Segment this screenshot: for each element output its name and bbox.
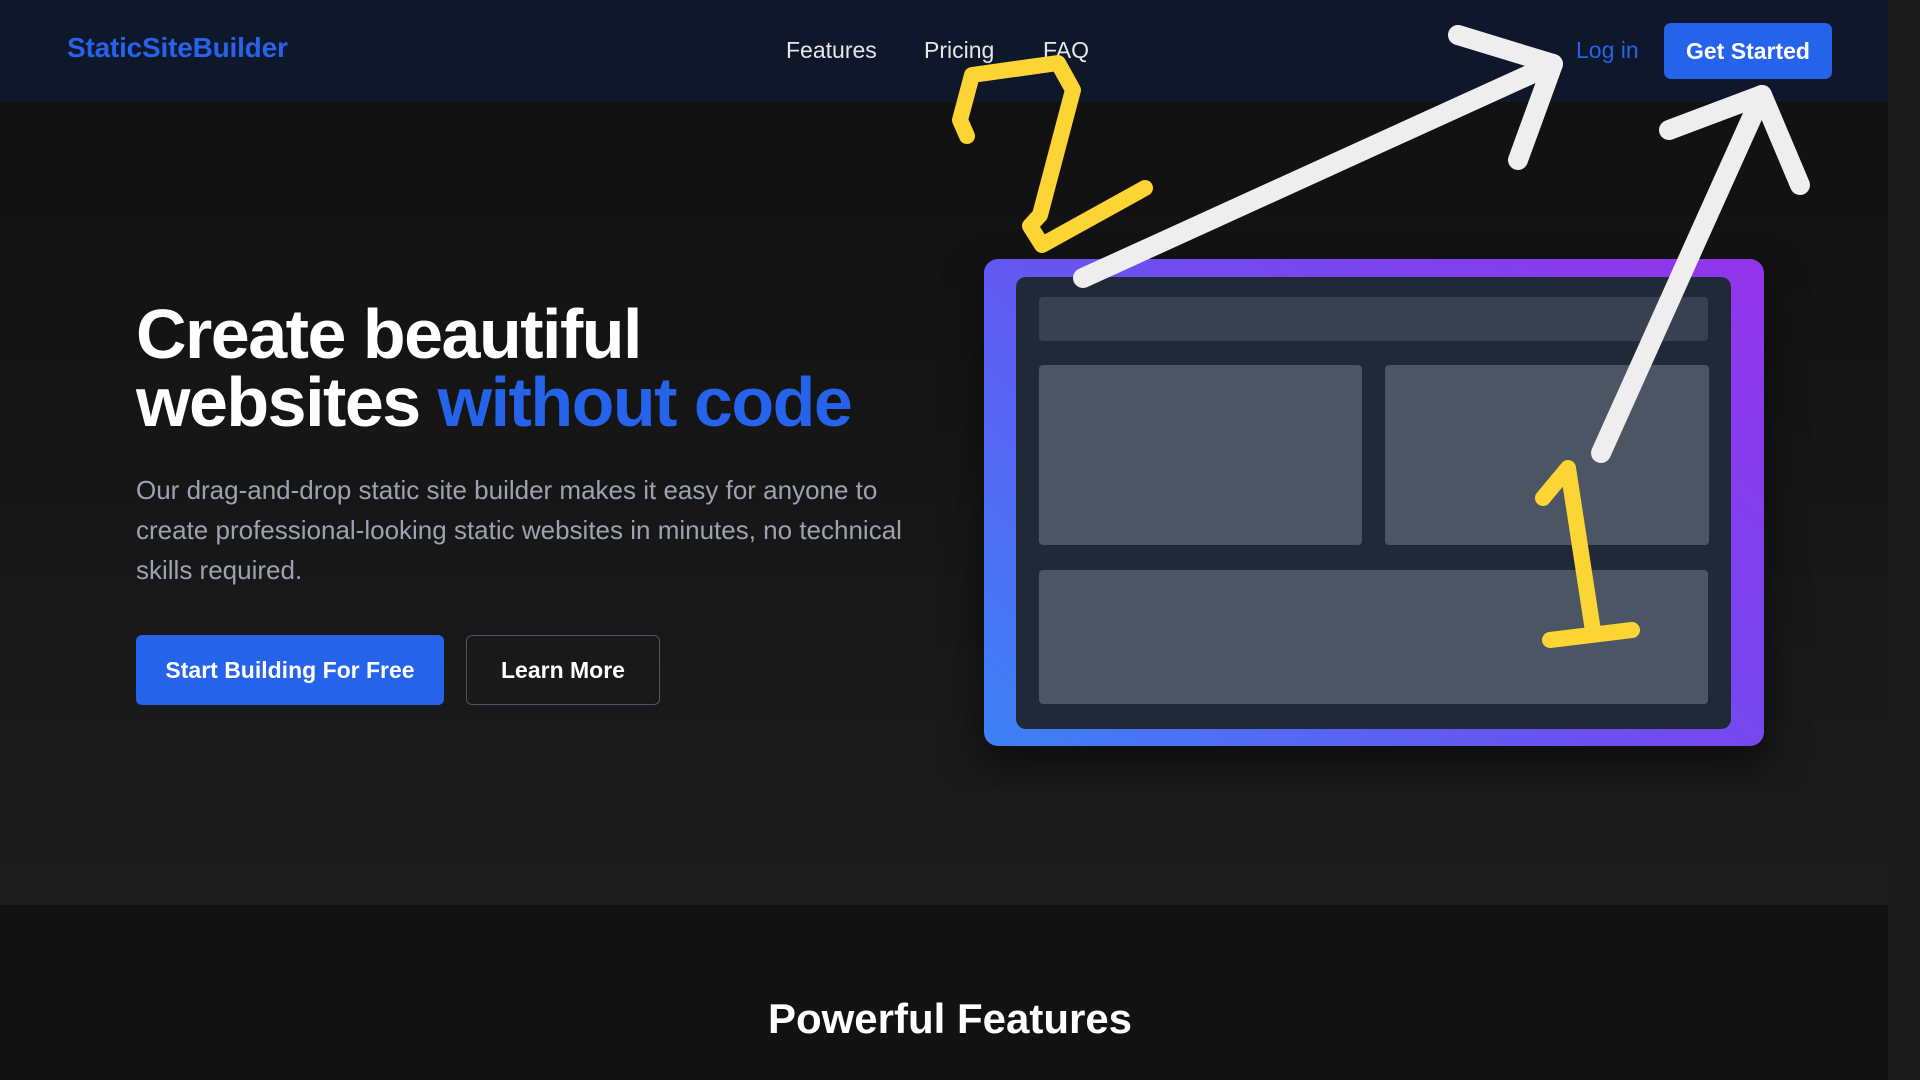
- top-navbar: StaticSiteBuilder Features Pricing FAQ L…: [0, 0, 1888, 102]
- hero-section: Create beautiful websites without code O…: [0, 102, 1888, 905]
- hero-description: Our drag-and-drop static site builder ma…: [136, 475, 902, 585]
- features-section: Powerful Features: [0, 905, 1888, 1080]
- start-building-button[interactable]: Start Building For Free: [136, 635, 444, 705]
- website-mockup-illustration: [984, 259, 1764, 746]
- login-link[interactable]: Log in: [1576, 37, 1639, 64]
- get-started-button[interactable]: Get Started: [1664, 23, 1832, 79]
- mockup-header-bar: [1039, 297, 1708, 341]
- hero-title-line2: websites: [136, 363, 421, 441]
- hero-title-line1: Create beautiful: [136, 295, 643, 373]
- hero-title-accent: without code: [437, 363, 853, 441]
- nav-link-features[interactable]: Features: [786, 37, 877, 64]
- mockup-banner: [1039, 570, 1708, 704]
- mockup-card-left: [1039, 365, 1362, 545]
- mockup-screen: [1016, 277, 1731, 729]
- nav-link-pricing[interactable]: Pricing: [924, 37, 994, 64]
- mockup-card-right: [1385, 365, 1709, 545]
- hero-title: Create beautiful websites without code: [136, 299, 853, 437]
- nav-link-faq[interactable]: FAQ: [1043, 37, 1089, 64]
- page-right-edge: [1888, 0, 1920, 1080]
- brand-logo[interactable]: StaticSiteBuilder: [67, 32, 288, 64]
- learn-more-button[interactable]: Learn More: [466, 635, 660, 705]
- features-section-title: Powerful Features: [767, 995, 1133, 1042]
